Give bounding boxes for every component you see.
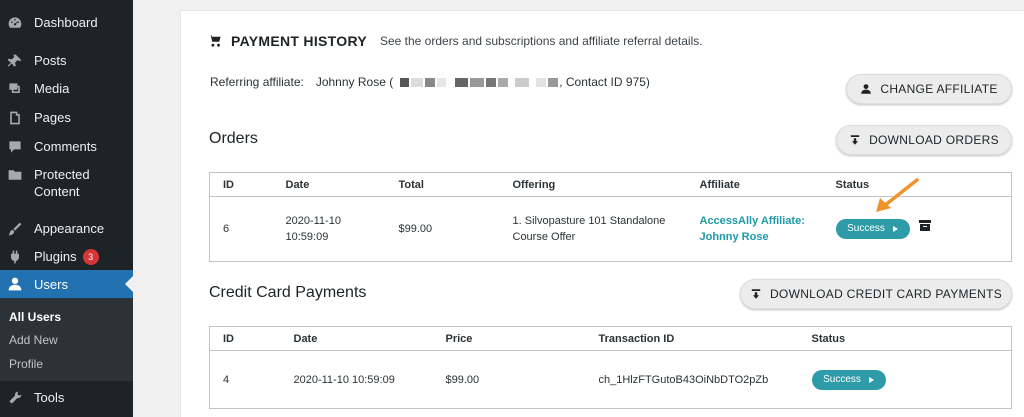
download-orders-button[interactable]: DOWNLOAD ORDERS xyxy=(836,125,1012,155)
page-icon xyxy=(6,109,24,127)
pin-icon xyxy=(6,52,24,70)
order-id: 6 xyxy=(223,223,230,235)
sidebar-item-pages[interactable]: Pages xyxy=(0,109,133,127)
play-arrow-icon xyxy=(868,376,874,383)
cart-icon xyxy=(208,35,221,47)
payment-date: 2020-11-10 10:59:09 xyxy=(293,373,395,386)
submenu-item-profile[interactable]: Profile xyxy=(9,357,43,371)
folder-icon xyxy=(6,166,24,184)
user-icon xyxy=(6,275,24,293)
referring-affiliate-name: Johnny Rose ( xyxy=(315,75,394,89)
download-credit-card-payments-button[interactable]: DOWNLOAD CREDIT CARD PAYMENTS xyxy=(740,279,1012,309)
order-affiliate-link[interactable]: AccessAlly Affiliate: Johnny Rose xyxy=(687,197,823,262)
column-header-total: Total xyxy=(385,172,500,197)
sidebar-item-appearance[interactable]: Appearance xyxy=(0,220,133,238)
brush-icon xyxy=(6,220,24,238)
sidebar-item-users[interactable]: Users xyxy=(0,270,133,298)
order-date: 2020-11-10 10:59:09 xyxy=(285,215,341,243)
payment-price: $99.00 xyxy=(445,373,480,386)
order-status-button[interactable]: Success xyxy=(835,219,910,239)
column-header-offering: Offering xyxy=(499,172,687,197)
comment-icon xyxy=(6,138,24,156)
orders-title: Orders xyxy=(209,130,258,147)
submenu-item-add-new[interactable]: Add New xyxy=(9,333,58,347)
redacted-email xyxy=(399,77,559,87)
table-row: 4 2020-11-10 10:59:09 $99.00 ch_1HlzFTGu… xyxy=(210,351,1012,409)
payment-status: Success xyxy=(799,351,1012,409)
column-header-id: ID xyxy=(209,326,281,351)
sidebar-item-posts[interactable]: Posts xyxy=(0,52,133,70)
column-header-date: Date xyxy=(272,172,386,197)
payment-transaction-id: ch_1HlzFTGutoB43OiNbDTO2pZb xyxy=(598,373,769,386)
column-header-status: Status xyxy=(798,326,1012,351)
payment-status-button[interactable]: Success xyxy=(811,369,886,390)
order-offering: 1. Silvopasture 101 Standalone Course Off… xyxy=(512,215,666,243)
column-header-price: Price xyxy=(432,326,586,351)
payment-history-header: PAYMENT HISTORY See the orders and subsc… xyxy=(208,33,703,49)
column-header-id: ID xyxy=(209,172,273,197)
wrench-icon xyxy=(6,389,24,407)
plugins-label: Plugins 3 xyxy=(34,248,99,265)
referring-affiliate-line: Referring affiliate: Johnny Rose ( , Con… xyxy=(210,75,650,89)
column-header-transaction-id: Transaction ID xyxy=(585,326,799,351)
user-icon xyxy=(861,84,872,94)
credit-card-payments-table: ID Date Price Transaction ID Status 4 20… xyxy=(209,326,1012,409)
referring-affiliate-label: Referring affiliate: xyxy=(210,75,304,89)
column-header-date: Date xyxy=(280,326,433,351)
change-affiliate-button[interactable]: CHANGE AFFILIATE xyxy=(846,74,1012,104)
sidebar-item-comments[interactable]: Comments xyxy=(0,138,133,156)
plugin-update-badge: 3 xyxy=(82,249,99,265)
download-icon xyxy=(751,289,761,299)
column-header-affiliate: Affiliate xyxy=(686,172,823,197)
media-icon xyxy=(6,80,24,98)
plug-icon xyxy=(6,248,24,266)
page-subtitle: See the orders and subscriptions and aff… xyxy=(379,34,703,48)
users-submenu: All Users Add New Profile xyxy=(0,298,133,381)
download-icon xyxy=(850,135,860,145)
archive-icon[interactable] xyxy=(918,220,931,236)
order-total: $99.00 xyxy=(398,223,433,235)
sidebar-item-tools[interactable]: Tools xyxy=(0,389,133,407)
annotation-arrow-icon xyxy=(876,178,919,212)
credit-card-payments-title: Credit Card Payments xyxy=(209,284,367,301)
referring-affiliate-contact-id: , Contact ID 975) xyxy=(559,75,650,89)
payment-id: 4 xyxy=(223,373,230,386)
dashboard-icon xyxy=(6,14,24,32)
submenu-item-all-users[interactable]: All Users xyxy=(9,310,61,324)
sidebar-item-protected-content[interactable]: Protected Content xyxy=(0,166,133,200)
sidebar-item-dashboard[interactable]: Dashboard xyxy=(0,14,133,32)
sidebar-item-plugins[interactable]: Plugins 3 xyxy=(0,248,133,266)
page-title: PAYMENT HISTORY xyxy=(231,33,367,49)
sidebar-item-media[interactable]: Media xyxy=(0,80,133,98)
admin-sidebar: Dashboard Posts Media Pages Comments Pro… xyxy=(0,0,133,417)
play-arrow-icon xyxy=(892,226,898,232)
credit-card-header-row: ID Date Price Transaction ID Status xyxy=(209,326,1012,351)
